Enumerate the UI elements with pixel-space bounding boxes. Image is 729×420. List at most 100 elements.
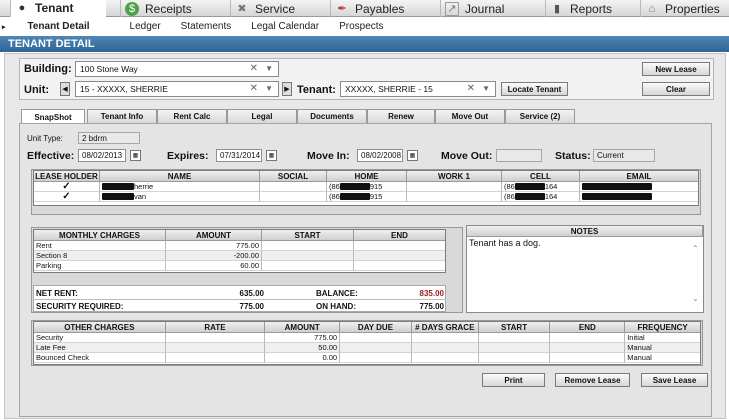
other-charge-grace [411, 333, 479, 343]
charge-amount: 60.00 [166, 261, 262, 271]
other-charge-amount: 0.00 [265, 353, 341, 363]
contacts-table: LEASE HOLDER NAME SOCIAL HOME WORK 1 CEL… [33, 170, 699, 206]
other-charge-frequency: Initial [625, 333, 700, 343]
unit-type-label: Unit Type: [27, 134, 63, 143]
tab-journal[interactable]: ↗ Journal [440, 0, 545, 17]
lease-holder-check: ✓ [34, 182, 100, 192]
unit-type-field: 2 bdrm [78, 132, 140, 144]
clear-icon[interactable]: ✕ [250, 83, 258, 94]
table-row[interactable]: Security 775.00 Initial [34, 333, 700, 343]
tab-tenant[interactable]: ● Tenant [10, 0, 106, 17]
other-charge-amount: 775.00 [265, 333, 341, 343]
balance-value: 835.00 [419, 289, 444, 298]
top-nav: ● Tenant $ Receipts ✖ Service ✒ Payables ↗ Jo… [0, 0, 729, 17]
tab-renew[interactable]: Renew [367, 109, 435, 123]
locate-tenant-button[interactable]: Locate Tenant [501, 82, 568, 96]
new-lease-button[interactable]: New Lease [642, 62, 710, 76]
unit-label: Unit: [24, 84, 50, 96]
net-rent-value: 635.00 [239, 289, 264, 298]
table-row[interactable]: ✓ herrie (86 915 (86 164 [34, 182, 698, 192]
tab-payables[interactable]: ✒ Payables [330, 0, 435, 17]
home-cell: (86 915 [327, 182, 407, 192]
col-work: WORK 1 [407, 171, 502, 182]
subnav-legal-calendar[interactable]: Legal Calendar [251, 21, 319, 32]
col-monthly-charges: MONTHLY CHARGES [34, 230, 166, 241]
charge-name: Section 8 [34, 251, 166, 261]
home-cell: (86 915 [327, 192, 407, 202]
charge-amount: -200.00 [166, 251, 262, 261]
clear-button[interactable]: Clear [642, 82, 710, 96]
scroll-down-icon[interactable]: ⌄ [692, 294, 699, 303]
clear-icon[interactable]: ✕ [250, 63, 258, 74]
building-label: Building: [24, 63, 72, 75]
calendar-icon[interactable]: ▦ [130, 150, 141, 161]
next-unit-button[interactable]: ▶ [282, 82, 292, 96]
calendar-icon[interactable]: ▦ [266, 150, 277, 161]
table-row[interactable]: ✓ van (86 915 (86 164 [34, 192, 698, 202]
bar-chart-icon: ▮ [553, 3, 561, 15]
move-in-date-input[interactable]: 08/02/2008 [357, 149, 403, 162]
subnav-prospects[interactable]: Prospects [339, 21, 383, 32]
pen-icon: ✒ [337, 3, 347, 15]
chevron-down-icon[interactable]: ▼ [265, 84, 273, 93]
charge-start [262, 261, 354, 271]
remove-lease-button[interactable]: Remove Lease [555, 373, 630, 387]
chevron-down-icon[interactable]: ▼ [482, 84, 490, 93]
email-cell [580, 192, 698, 202]
other-charge-rate [165, 353, 266, 363]
table-row[interactable]: Late Fee 50.00 Manual [34, 343, 700, 353]
expires-date-input[interactable]: 07/31/2014 [216, 149, 262, 162]
tab-move-out[interactable]: Move Out [435, 109, 505, 123]
print-button[interactable]: Print [482, 373, 545, 387]
save-lease-button[interactable]: Save Lease [641, 373, 708, 387]
table-row[interactable]: Bounced Check 0.00 Manual [34, 353, 700, 363]
prev-unit-button[interactable]: ◀ [60, 82, 70, 96]
tab-reports[interactable]: ▮ Reports [545, 0, 640, 17]
charge-end [354, 251, 445, 261]
status-field: Current [593, 149, 655, 162]
balance-label: BALANCE: [316, 289, 358, 298]
charge-start [262, 241, 354, 251]
calendar-icon[interactable]: ▦ [407, 150, 418, 161]
tab-service[interactable]: ✖ Service [230, 0, 330, 17]
sub-nav: ▸ Tenant Detail Ledger Statements Legal … [0, 17, 729, 36]
tools-icon: ✖ [237, 3, 247, 15]
status-label: Status: [555, 150, 591, 162]
table-row[interactable]: Parking 60.00 [34, 261, 445, 271]
on-hand-value: 775.00 [419, 302, 444, 311]
tenant-select[interactable]: XXXXX, SHERRIE - 15 ✕ ▼ [340, 81, 496, 97]
notes-header: NOTES [467, 226, 703, 237]
tab-rent-calc[interactable]: Rent Calc [157, 109, 227, 123]
subnav-ledger[interactable]: Ledger [130, 21, 161, 32]
col-social: SOCIAL [260, 171, 327, 182]
subnav-statements[interactable]: Statements [181, 21, 232, 32]
tab-snapshot[interactable]: SnapShot [21, 109, 85, 124]
unit-select[interactable]: 15 - XXXXX, SHERRIE ✕ ▼ [75, 81, 279, 97]
other-charge-frequency: Manual [625, 353, 700, 363]
other-charge-day-due [340, 353, 412, 363]
other-charge-name: Bounced Check [34, 353, 166, 363]
other-charge-grace [411, 353, 479, 363]
building-select[interactable]: 100 Stone Way ✕ ▼ [75, 61, 279, 77]
tab-tenant-info[interactable]: Tenant Info [87, 109, 157, 123]
tab-documents[interactable]: Documents [297, 109, 367, 123]
name-cell: van [100, 192, 260, 202]
col-end: END [354, 230, 445, 241]
other-charge-day-due [340, 343, 412, 353]
subnav-tenant-detail[interactable]: ▸ Tenant Detail [2, 21, 110, 32]
table-row[interactable]: Rent 775.00 [34, 241, 445, 251]
scroll-up-icon[interactable]: ⌃ [692, 244, 699, 253]
effective-date-input[interactable]: 08/02/2013 [78, 149, 126, 162]
clear-icon[interactable]: ✕ [467, 83, 475, 94]
notes-textarea[interactable]: Tenant has a dog. [469, 238, 691, 310]
monthly-charges-table: MONTHLY CHARGES AMOUNT START END Rent 77… [33, 229, 446, 273]
page-title: TENANT DETAIL [0, 36, 729, 52]
col-start: START [478, 322, 551, 333]
tab-properties[interactable]: ⌂ Properties [640, 0, 729, 17]
tab-service-2[interactable]: Service (2) [505, 109, 575, 123]
tab-legal[interactable]: Legal [227, 109, 297, 123]
chevron-down-icon[interactable]: ▼ [265, 64, 273, 73]
charge-end [354, 261, 445, 271]
table-row[interactable]: Section 8 -200.00 [34, 251, 445, 261]
tab-receipts[interactable]: $ Receipts [120, 0, 230, 17]
